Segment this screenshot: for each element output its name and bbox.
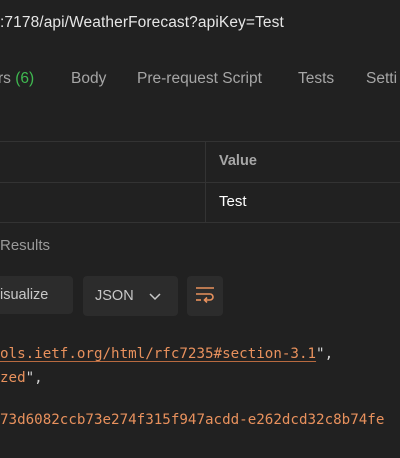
response-line-suffix: ", [316,346,334,362]
visualize-label: isualize [0,287,49,303]
param-value-cell[interactable]: Test [219,193,247,210]
format-label: JSON [95,288,134,304]
wrap-lines-button[interactable] [187,276,223,316]
chevron-down-icon [149,290,161,306]
tab-settings[interactable]: Setti [366,70,397,88]
response-line-suffix: ", [25,370,43,386]
table-top-border [0,141,400,142]
table-row-divider [0,182,400,183]
request-url[interactable]: :7178/api/WeatherForecast?apiKey=Test [0,14,284,32]
response-body-line: 73d6082ccb73e274f315f947acdd-e262dcd32c8… [0,412,384,428]
tab-body[interactable]: Body [71,70,106,88]
response-trace-id: 73d6082ccb73e274f315f947acdd-e262dcd32c8… [0,412,385,428]
response-string: zed [0,370,26,386]
tab-tests[interactable]: Tests [298,70,334,88]
response-body-line: zed", [0,370,43,386]
visualize-button[interactable]: isualize [0,276,73,314]
response-link[interactable]: ols.ietf.org/html/rfc7235#section-3.1 [0,346,316,362]
value-column-header: Value [219,153,257,169]
tab-headers-count: (6) [15,70,35,87]
tab-pre-request-script[interactable]: Pre-request Script [137,70,262,88]
table-column-divider [205,141,206,223]
tab-headers-label: rs [0,70,11,87]
tab-headers[interactable]: rs (6) [0,70,34,88]
wrap-lines-icon [195,285,215,307]
request-tabs: rs (6) Body Pre-request Script Tests Set… [0,70,400,90]
response-body-line: ols.ietf.org/html/rfc7235#section-3.1", [0,346,333,362]
response-results-label: Results [0,237,51,254]
format-dropdown[interactable]: JSON [83,276,178,316]
table-bottom-border [0,222,400,223]
